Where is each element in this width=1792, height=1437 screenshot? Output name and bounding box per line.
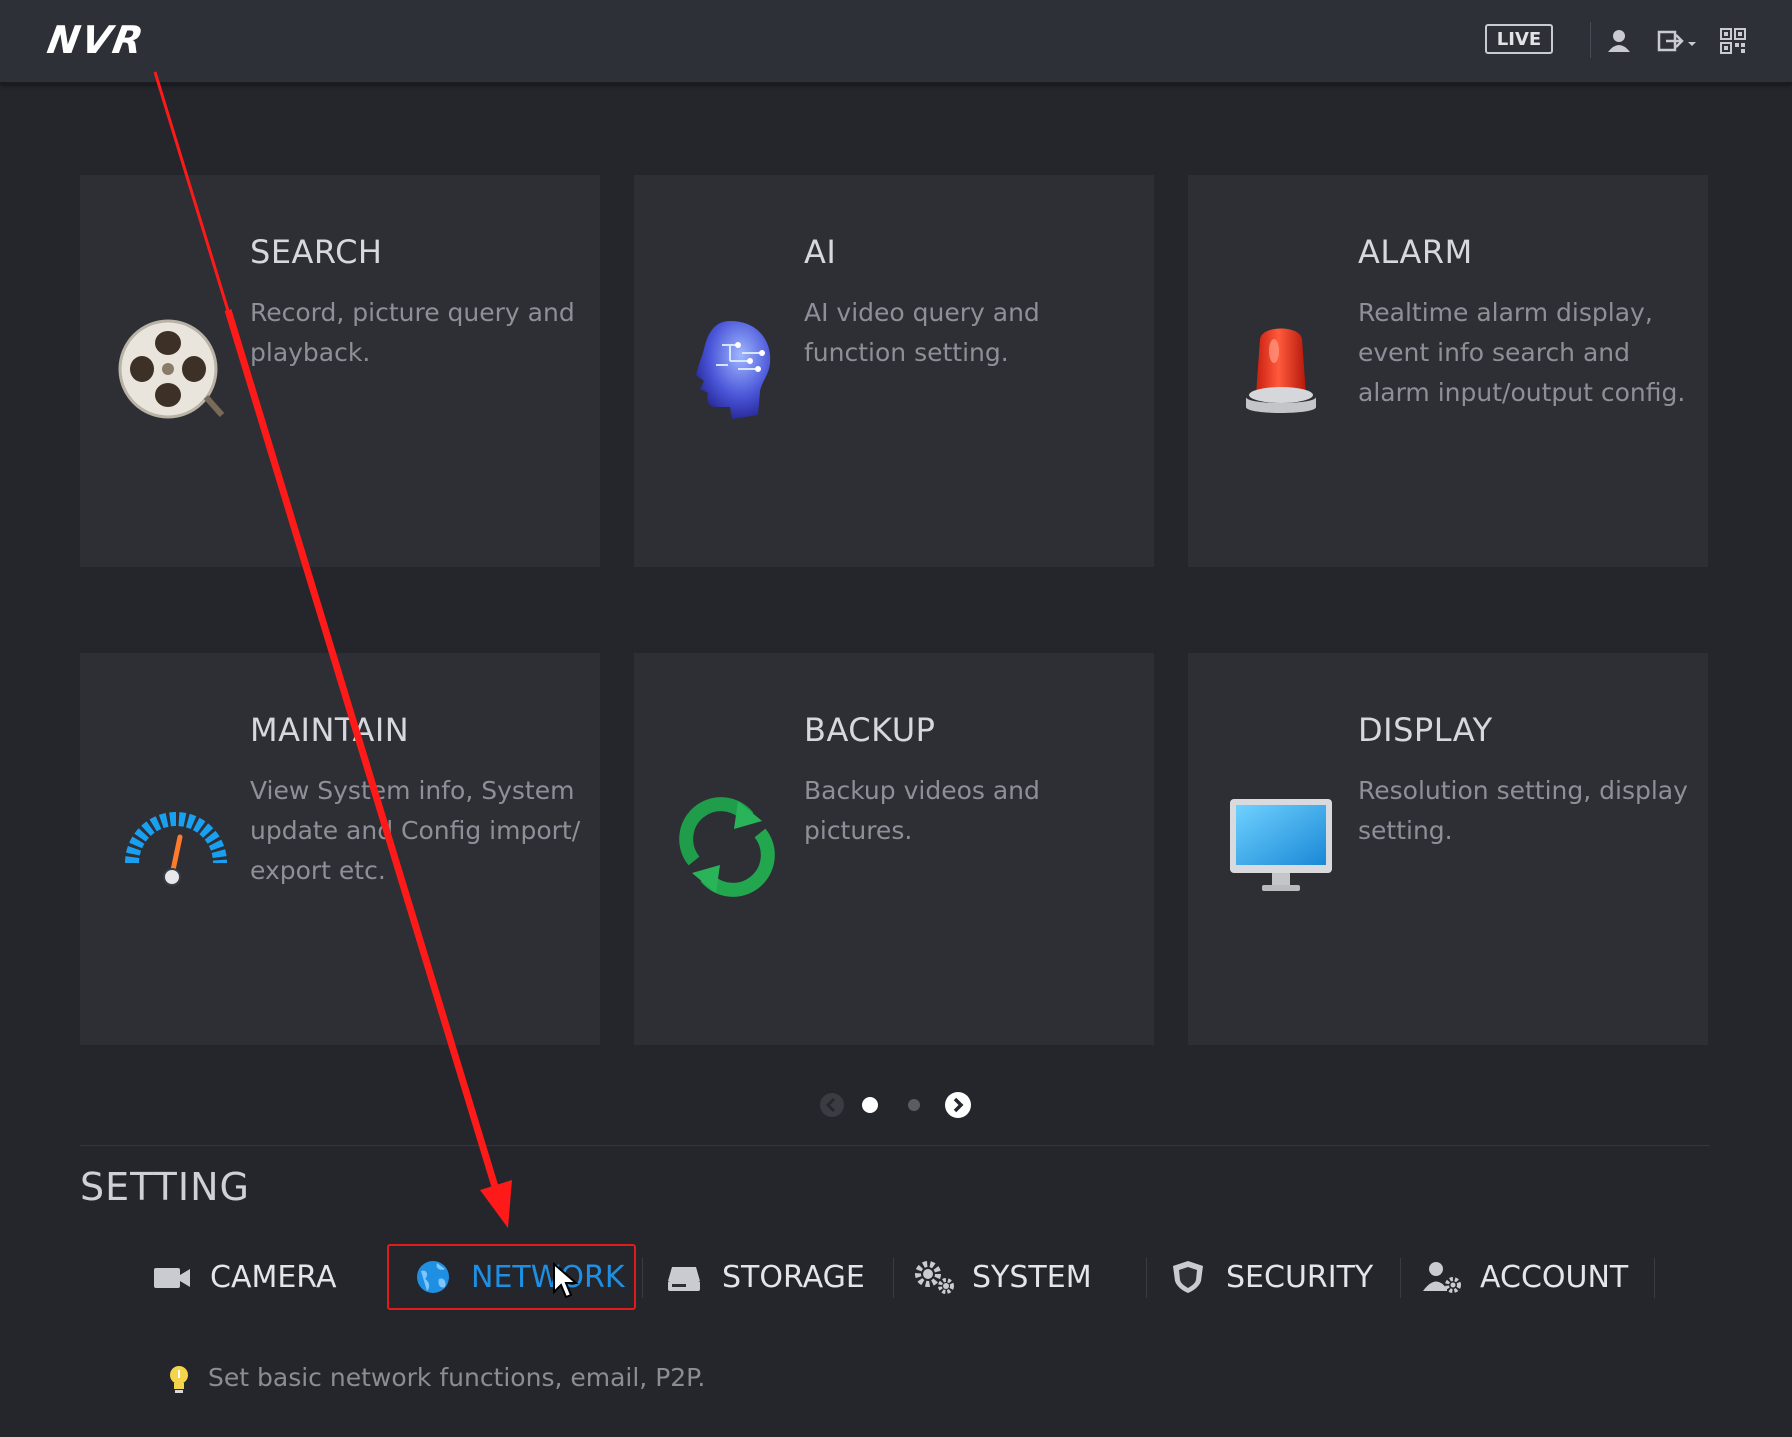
setting-label: SYSTEM bbox=[972, 1259, 1092, 1295]
monitor-icon bbox=[1230, 799, 1332, 891]
setting-camera[interactable]: CAMERA bbox=[150, 1244, 350, 1310]
setting-account[interactable]: ACCOUNT bbox=[1420, 1244, 1650, 1310]
tile-title: ALARM bbox=[1358, 233, 1473, 271]
setting-security[interactable]: SECURITY bbox=[1166, 1244, 1396, 1310]
nav-separator bbox=[1654, 1258, 1655, 1298]
tile-title: DISPLAY bbox=[1358, 711, 1493, 749]
tile-search[interactable]: SEARCH Record, picture query and playbac… bbox=[80, 175, 600, 567]
hard-drive-icon bbox=[662, 1257, 706, 1297]
live-button[interactable]: LIVE bbox=[1485, 24, 1553, 54]
tile-title: SEARCH bbox=[250, 233, 383, 271]
setting-network[interactable]: NETWORK bbox=[387, 1244, 636, 1310]
tile-description: Backup videos and pictures. bbox=[804, 776, 1040, 845]
user-gear-icon bbox=[1420, 1257, 1464, 1297]
setting-label: SECURITY bbox=[1226, 1259, 1374, 1295]
user-icon[interactable] bbox=[1604, 26, 1634, 56]
page-dot-2[interactable] bbox=[908, 1099, 920, 1111]
section-divider bbox=[80, 1145, 1710, 1146]
page-dot-1[interactable] bbox=[862, 1097, 878, 1113]
tile-description: AI video query and function setting. bbox=[804, 298, 1040, 367]
nav-separator bbox=[1146, 1258, 1147, 1298]
setting-title: SETTING bbox=[80, 1165, 250, 1209]
ai-brain-icon bbox=[696, 321, 771, 419]
refresh-arrows-icon bbox=[679, 797, 775, 897]
qr-code-icon[interactable] bbox=[1718, 26, 1748, 56]
tile-description: Realtime alarm display, event info searc… bbox=[1358, 298, 1686, 407]
tile-alarm[interactable]: ALARM Realtime alarm display, event info… bbox=[1188, 175, 1708, 567]
tile-description: View System info, System update and Conf… bbox=[250, 776, 581, 885]
tile-description: Record, picture query and playback. bbox=[250, 298, 575, 367]
tile-title: BACKUP bbox=[804, 711, 936, 749]
setting-label: ACCOUNT bbox=[1480, 1259, 1629, 1295]
next-page-icon[interactable] bbox=[944, 1091, 972, 1119]
globe-icon bbox=[411, 1257, 455, 1297]
film-reel-icon bbox=[118, 319, 225, 419]
nvr-logo: NVR bbox=[44, 18, 149, 62]
tile-ai[interactable]: AI AI video query and function setting. bbox=[634, 175, 1154, 567]
lightbulb-icon bbox=[170, 1366, 188, 1393]
nav-separator bbox=[642, 1258, 643, 1298]
tile-description: Resolution setting, display setting. bbox=[1358, 776, 1688, 845]
tile-title: MAINTAIN bbox=[250, 711, 410, 749]
prev-page-icon[interactable] bbox=[818, 1091, 846, 1119]
tile-backup[interactable]: BACKUP Backup videos and pictures. bbox=[634, 653, 1154, 1045]
setting-hint: Set basic network functions, email, P2P. bbox=[208, 1363, 706, 1392]
setting-system[interactable]: SYSTEM bbox=[912, 1244, 1132, 1310]
mouse-cursor-icon bbox=[553, 1262, 579, 1299]
setting-label: STORAGE bbox=[722, 1259, 865, 1295]
top-separator bbox=[1590, 22, 1591, 58]
logout-icon[interactable] bbox=[1656, 26, 1700, 56]
nav-separator bbox=[1400, 1258, 1401, 1298]
alarm-siren-icon bbox=[1246, 328, 1316, 413]
tile-display[interactable]: DISPLAY Resolution setting, display sett… bbox=[1188, 653, 1708, 1045]
setting-label: CAMERA bbox=[210, 1259, 337, 1295]
setting-label: NETWORK bbox=[471, 1259, 625, 1295]
nav-separator bbox=[893, 1258, 894, 1298]
setting-storage[interactable]: STORAGE bbox=[662, 1244, 882, 1310]
top-bar: NVR LIVE bbox=[0, 0, 1792, 84]
tile-maintain[interactable]: MAINTAIN View System info, System update… bbox=[80, 653, 600, 1045]
shield-icon bbox=[1166, 1257, 1210, 1297]
camera-icon bbox=[150, 1257, 194, 1297]
tile-title: AI bbox=[804, 233, 837, 271]
gauge-icon bbox=[125, 812, 227, 886]
gears-icon bbox=[912, 1257, 956, 1297]
